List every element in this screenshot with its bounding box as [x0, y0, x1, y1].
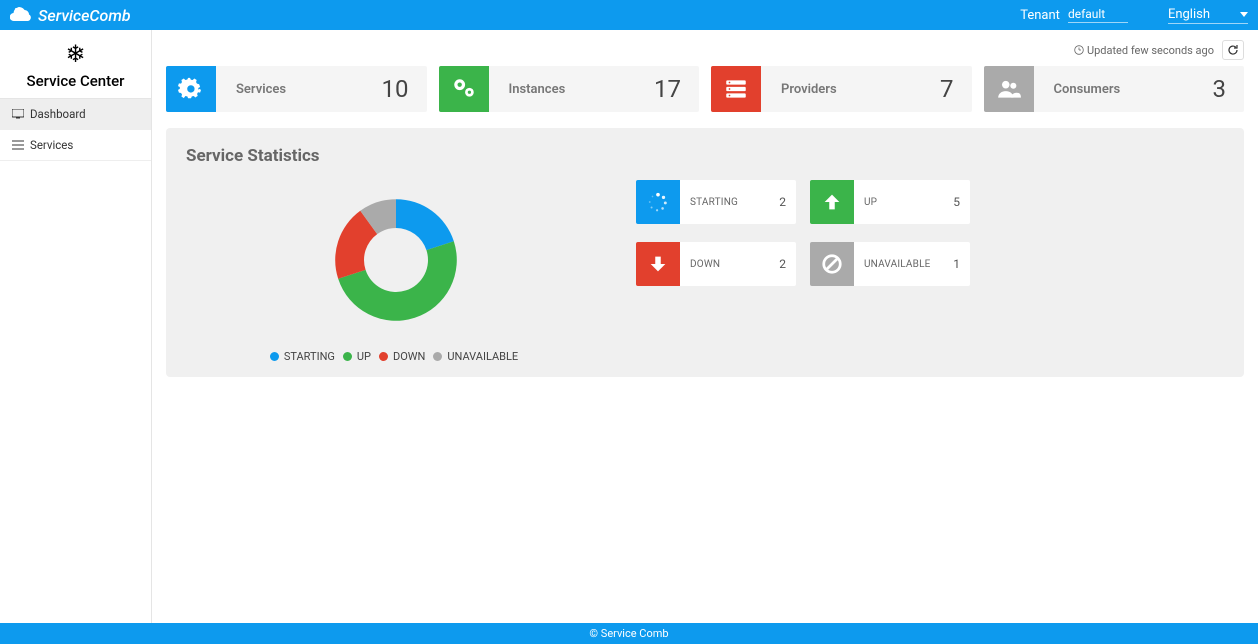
logo: ServiceComb: [10, 6, 131, 25]
card-label: Services: [216, 82, 382, 97]
monitor-icon: [12, 109, 24, 119]
server-icon: [711, 66, 761, 112]
sidebar: ❄ Service Center Dashboard Services: [0, 30, 152, 623]
top-header: ServiceComb Tenant default English: [0, 0, 1258, 30]
summary-cards: Services 10 Instances 17 Providers 7: [166, 66, 1244, 112]
stat-value: 5: [953, 195, 970, 209]
card-label: Instances: [489, 82, 655, 97]
stat-starting: STARTING 2: [636, 180, 796, 224]
legend-label: STARTING: [284, 350, 335, 363]
stat-label: STARTING: [680, 197, 779, 208]
footer: © Service Comb: [0, 623, 1258, 644]
legend-dot: [270, 352, 279, 361]
legend-dot: [379, 352, 388, 361]
tenant-label: Tenant: [1020, 8, 1060, 23]
language-select[interactable]: English: [1168, 7, 1248, 24]
stat-label: UNAVAILABLE: [854, 259, 953, 270]
card-providers[interactable]: Providers 7: [711, 66, 972, 112]
refresh-button[interactable]: [1222, 40, 1244, 60]
stat-label: DOWN: [680, 259, 779, 270]
updated-text: Updated few seconds ago: [1074, 44, 1214, 57]
stat-value: 2: [779, 195, 796, 209]
stat-unavailable: UNAVAILABLE 1: [810, 242, 970, 286]
chart-legend: STARTING UP DOWN UNAVAILABLE: [270, 350, 522, 363]
sidebar-item-label: Services: [30, 138, 73, 152]
language-label: English: [1168, 7, 1210, 22]
refresh-icon: [1227, 44, 1239, 56]
sidebar-title: Service Center: [0, 72, 151, 90]
arrow-up-icon: [810, 180, 854, 224]
statistics-panel: Service Statistics STARTING UP DOWN UNAVAIL…: [166, 128, 1244, 377]
card-value: 3: [1213, 75, 1245, 103]
card-services[interactable]: Services 10: [166, 66, 427, 112]
loading-icon: [636, 180, 680, 224]
legend-dot: [433, 352, 442, 361]
sidebar-item-dashboard[interactable]: Dashboard: [0, 99, 151, 130]
card-consumers[interactable]: Consumers 3: [984, 66, 1245, 112]
stat-grid: STARTING 2 UP 5 DOWN: [636, 180, 970, 363]
sidebar-item-label: Dashboard: [30, 107, 86, 121]
legend-label: UP: [357, 350, 371, 363]
main-content: Updated few seconds ago Services 10 Inst…: [152, 30, 1258, 623]
logo-text: ServiceComb: [38, 6, 131, 25]
card-value: 7: [940, 75, 972, 103]
donut-chart: [316, 180, 476, 340]
tenant-value[interactable]: default: [1068, 7, 1128, 23]
ban-icon: [810, 242, 854, 286]
clock-icon: [1074, 45, 1084, 55]
stat-up: UP 5: [810, 180, 970, 224]
users-icon: [984, 66, 1034, 112]
stat-label: UP: [854, 197, 953, 208]
legend-label: DOWN: [393, 350, 425, 363]
card-instances[interactable]: Instances 17: [439, 66, 700, 112]
caret-down-icon: [1240, 12, 1248, 17]
legend-label: UNAVAILABLE: [447, 350, 518, 363]
stat-value: 1: [953, 257, 970, 271]
sidebar-item-services[interactable]: Services: [0, 130, 151, 161]
card-label: Providers: [761, 82, 940, 97]
card-value: 17: [654, 75, 699, 103]
legend-dot: [343, 352, 352, 361]
cloud-icon: [10, 6, 34, 24]
sidebar-header: ❄ Service Center: [0, 30, 151, 99]
stat-down: DOWN 2: [636, 242, 796, 286]
arrow-down-icon: [636, 242, 680, 286]
stat-value: 2: [779, 257, 796, 271]
snowflake-icon: ❄: [0, 42, 151, 66]
gear-icon: [166, 66, 216, 112]
list-icon: [12, 140, 24, 150]
gears-icon: [439, 66, 489, 112]
footer-text: © Service Comb: [589, 627, 668, 640]
card-label: Consumers: [1034, 82, 1213, 97]
card-value: 10: [382, 75, 427, 103]
panel-title: Service Statistics: [186, 146, 1224, 166]
